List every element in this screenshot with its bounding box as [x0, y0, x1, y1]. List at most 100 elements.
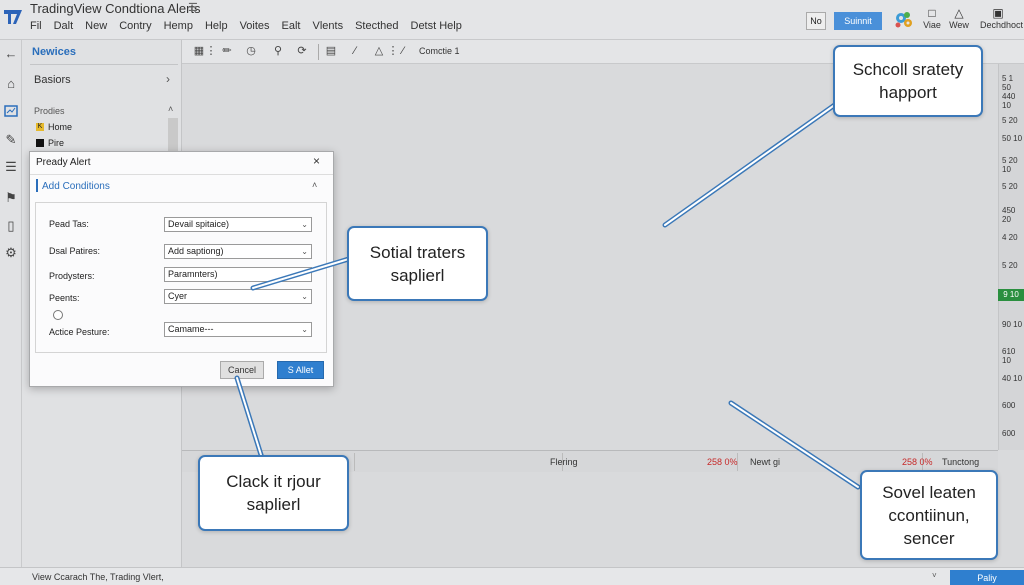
price-label: 40 10: [1002, 374, 1023, 383]
tool-viae-label: Viae: [923, 20, 941, 30]
menu-item-vlents[interactable]: Vlents: [313, 20, 344, 32]
chevron-down-icon: ⌄: [301, 220, 308, 229]
menu-item-hemp[interactable]: Hemp: [164, 20, 193, 32]
tool-dechdhoct[interactable]: ▣ Dechdhoct: [980, 6, 1023, 30]
diagonal-line-icon[interactable]: ⁄: [396, 44, 410, 58]
price-label: 5 20 10: [1002, 156, 1018, 174]
field-label: Peents:: [49, 293, 80, 303]
menu-item-new[interactable]: New: [85, 20, 107, 32]
chevron-right-icon[interactable]: ›: [166, 72, 170, 86]
time-label-red: 258 0%: [902, 457, 933, 467]
document-icon[interactable]: ▤: [324, 44, 338, 58]
time-label-red: 258 0%: [707, 457, 738, 467]
chart-icon[interactable]: [3, 104, 19, 120]
flag-icon[interactable]: ⚑: [3, 190, 19, 206]
home-icon[interactable]: ⌂: [3, 76, 19, 92]
input-value: Paramnters): [168, 269, 218, 279]
menu-item-help[interactable]: Help: [205, 20, 228, 32]
menu-item-voites[interactable]: Voites: [240, 20, 270, 32]
callout-line: Sovel leaten: [882, 482, 976, 502]
menu-item-contry[interactable]: Contry: [119, 20, 151, 32]
menu-item-stecthed[interactable]: Stecthed: [355, 20, 398, 32]
cancel-button[interactable]: Cancel: [220, 361, 264, 379]
close-icon[interactable]: ×: [313, 154, 320, 168]
tool-viae[interactable]: □ Viae: [917, 6, 947, 30]
menu-item-ealt[interactable]: Ealt: [282, 20, 301, 32]
callout-sovel: Sovel leaten ccontiinun, sencer: [860, 470, 998, 560]
callout-sotial: Sotial traters saplierl: [347, 226, 488, 301]
callout-line: Schcoll sratety: [852, 60, 964, 79]
callout-line: sencer: [903, 528, 955, 548]
title-bar: TradingView Condtiona Alerts ☰ Fil Dalt …: [0, 0, 1024, 40]
price-label: 5 1 50: [1002, 74, 1014, 92]
price-label: 610 10: [1002, 347, 1016, 365]
no-button[interactable]: No: [806, 12, 826, 30]
clock-icon[interactable]: ◷: [244, 44, 258, 58]
refresh-icon[interactable]: ⟳: [295, 44, 309, 58]
alert-dialog: Pready Alert × Add Conditions ˄ Pead Tas…: [29, 151, 334, 387]
dialog-divider: [30, 174, 333, 175]
title-menu-icon[interactable]: ☰: [188, 1, 198, 14]
panel-section-basiors[interactable]: Basiors: [34, 74, 71, 86]
dropdown-icon[interactable]: ⋮: [204, 44, 218, 58]
callout-line: saplierl: [390, 265, 445, 285]
menu-item-file[interactable]: Fil: [30, 20, 42, 32]
panel-item-label: Home: [48, 122, 73, 132]
gears-icon[interactable]: [893, 9, 915, 31]
chart-toolbar-label: Comctie 1: [419, 46, 460, 56]
chevron-down-icon: ⌄: [301, 325, 308, 334]
status-bar: View Ccarach The, Trading Vlert, ˅ Paliy: [0, 567, 1024, 585]
peents-select[interactable]: Cyer ⌄: [164, 289, 312, 304]
price-label: 450 20: [1002, 206, 1016, 224]
radio-button[interactable]: [53, 310, 63, 320]
prodysters-input[interactable]: Paramnters): [164, 267, 312, 282]
panel-item-pire[interactable]: Pire: [36, 138, 64, 148]
chevron-up-icon[interactable]: ˄: [312, 180, 317, 190]
menu-bar: Fil Dalt New Contry Hemp Help Voites Eal…: [30, 20, 462, 32]
back-arrow-icon[interactable]: ←: [3, 46, 19, 62]
panel-divider: [30, 64, 178, 65]
current-price-tag: 9 10: [998, 289, 1024, 301]
actice-pesture-select[interactable]: Camame--- ⌄: [164, 322, 312, 337]
dsal-patires-select[interactable]: Add saptiong) ⌄: [164, 244, 312, 259]
panel-item-home[interactable]: K Home: [36, 122, 72, 132]
toolbar-separator: [318, 44, 319, 60]
create-alert-button[interactable]: S Allet: [277, 361, 324, 379]
bell-icon: △: [954, 6, 964, 20]
tradingview-logo-icon[interactable]: [2, 6, 24, 28]
search-icon[interactable]: ⚲: [271, 44, 285, 58]
page-icon[interactable]: ▯: [3, 218, 19, 234]
time-label: Flering: [550, 457, 578, 467]
home-marker-icon: K: [36, 123, 44, 131]
apply-button[interactable]: Paliy: [950, 570, 1024, 585]
price-label: 5 20: [1002, 261, 1018, 270]
tab-label: Add Conditions: [42, 181, 110, 192]
menu-item-dalt[interactable]: Dalt: [54, 20, 74, 32]
callout-line: Clack it rjour: [226, 472, 321, 491]
submit-button[interactable]: Suinnit: [834, 12, 882, 30]
pencil-icon[interactable]: ✏: [220, 44, 234, 58]
price-label: 4 20: [1002, 233, 1018, 242]
chevron-down-icon: ⌄: [301, 292, 308, 301]
price-label: 90 10: [1002, 320, 1023, 329]
line-tool-icon[interactable]: ∕: [348, 44, 362, 58]
left-toolbar: ← ⌂ ✎ ☰ ⚑ ▯ ⚙: [0, 40, 22, 567]
field-label: Dsal Patires:: [49, 246, 101, 256]
callout-clack: Clack it rjour saplierl: [198, 455, 349, 531]
tab-add-conditions[interactable]: Add Conditions ˄: [36, 177, 326, 197]
panel-header[interactable]: Newices: [32, 46, 76, 58]
time-tick: [354, 453, 355, 471]
price-label: 600: [1002, 401, 1016, 410]
tool-wew[interactable]: △ Wew: [944, 6, 974, 30]
menu-item-detst-help[interactable]: Detst Help: [411, 20, 462, 32]
status-text: View Ccarach The, Trading Vlert,: [32, 572, 164, 582]
triangle-icon[interactable]: △: [372, 44, 386, 58]
chevron-down-icon[interactable]: ˅: [932, 571, 937, 580]
field-label: Prodysters:: [49, 271, 95, 281]
callout-line: ccontiinun,: [888, 505, 970, 525]
chevron-up-icon[interactable]: ˄: [168, 104, 173, 114]
pead-tas-select[interactable]: Devail spitaice) ⌄: [164, 217, 312, 232]
pencil-icon[interactable]: ✎: [3, 132, 19, 148]
list-icon[interactable]: ☰: [3, 159, 19, 175]
settings-icon[interactable]: ⚙: [3, 245, 19, 261]
